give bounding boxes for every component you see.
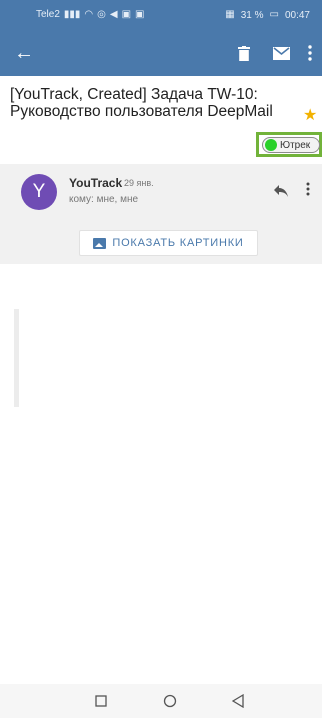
reply-icon[interactable]	[273, 184, 289, 200]
image-icon	[93, 237, 107, 249]
wifi-icon: ◠	[84, 9, 94, 20]
mail-icon[interactable]	[270, 42, 292, 64]
recipients: кому: мне, мне	[69, 194, 139, 205]
label-chip[interactable]: Ютрек	[262, 137, 320, 153]
carrier-label: Tele2	[36, 9, 60, 20]
battery-text: 31 %	[240, 9, 264, 21]
notification-icon: ◀	[109, 9, 118, 20]
app-bar: ←	[0, 30, 322, 76]
show-images-area: ПОКАЗАТЬ КАРТИНКИ	[0, 222, 322, 264]
app-icon: ▣	[121, 9, 132, 20]
arrow-back-icon[interactable]: ←	[14, 41, 34, 65]
avatar: Y	[21, 174, 57, 210]
show-images-button[interactable]: ПОКАЗАТЬ КАРТИНКИ	[79, 230, 258, 256]
signal-icon: ▮▮▮	[63, 9, 81, 20]
label-highlight-frame: Ютрек	[256, 132, 322, 157]
content-scroll-indicator	[14, 309, 19, 407]
location-icon: ◎	[97, 9, 106, 20]
message-more-icon[interactable]	[306, 182, 310, 199]
home-icon[interactable]	[161, 692, 179, 710]
label-color-dot	[265, 139, 277, 151]
recents-icon[interactable]	[92, 692, 110, 710]
email-subject: [YouTrack, Created] Задача TW-10: Руково…	[10, 86, 273, 120]
back-triangle-icon[interactable]	[229, 692, 247, 710]
clock: 00:47	[284, 9, 310, 21]
label-text: Ютрек	[280, 139, 311, 151]
message-date: 29 янв.	[124, 178, 154, 188]
sender-name: YouTrack	[69, 176, 123, 190]
trash-icon[interactable]	[233, 42, 255, 64]
nfc-icon: ▦	[225, 9, 235, 20]
battery-icon: ▭	[269, 9, 279, 20]
status-left: Tele2 ▮▮▮ ◠ ◎ ◀ ▣ ▣	[36, 9, 145, 21]
status-bar: Tele2 ▮▮▮ ◠ ◎ ◀ ▣ ▣ ▦ 31 % ▭ 00:47	[0, 0, 322, 30]
status-right: ▦ 31 % ▭ 00:47	[225, 9, 310, 21]
show-images-label: ПОКАЗАТЬ КАРТИНКИ	[112, 237, 244, 249]
star-icon[interactable]: ★	[303, 105, 317, 125]
message-header[interactable]: Y YouTrack 29 янв. кому: мне, мне	[0, 164, 322, 222]
more-vertical-icon[interactable]	[303, 42, 317, 64]
system-nav-bar	[0, 684, 322, 718]
app-icon-2: ▣	[135, 9, 145, 20]
